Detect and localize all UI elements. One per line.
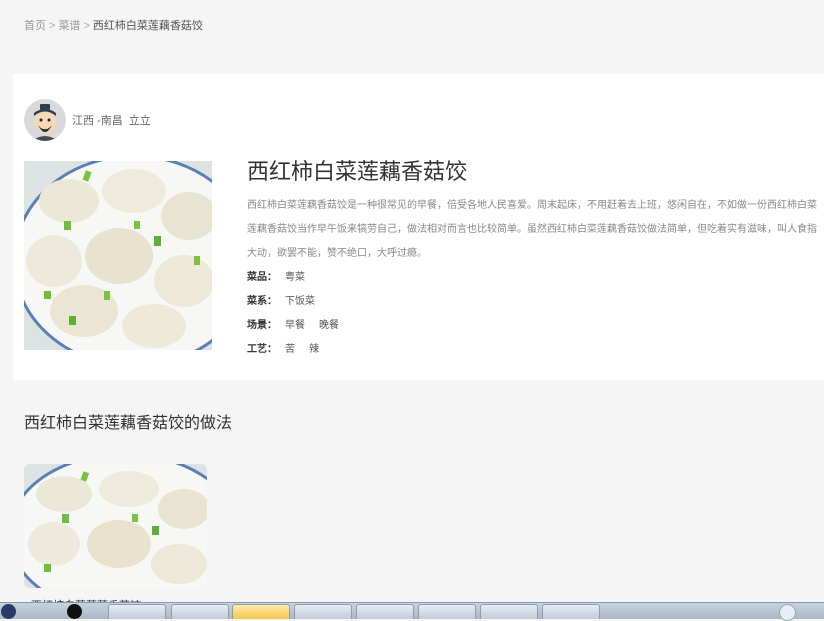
taskbar-folder-icon[interactable] — [171, 604, 229, 619]
recipe-attribute-row: 菜系： 下饭菜 — [247, 290, 822, 314]
taskbar-firefox-icon[interactable] — [356, 604, 414, 619]
os-taskbar — [0, 602, 824, 621]
attribute-label: 菜品： — [247, 272, 277, 283]
recipe-attribute-row: 菜品： 粤菜 — [247, 266, 822, 290]
recipe-attributes: 菜品： 粤菜菜系： 下饭菜场景： 早餐 晚餐工艺： 苦 辣 — [247, 266, 822, 362]
avatar-face-icon — [24, 99, 66, 141]
taskbar-app-icon[interactable] — [108, 604, 166, 619]
dumplings-step-image — [24, 464, 207, 588]
taskbar-messenger-icon[interactable] — [480, 604, 538, 619]
recipe-info: 西红柿白菜莲藕香菇饺 西红柿白菜莲藕香菇饺是一种很常见的早餐，倍受各地人民喜爱。… — [247, 158, 822, 362]
attribute-value-link[interactable]: 晚餐 — [319, 320, 339, 331]
attribute-value-link[interactable]: 粤菜 — [285, 272, 305, 283]
recipe-description: 西红柿白菜莲藕香菇饺是一种很常见的早餐，倍受各地人民喜爱。周末起床，不用赶着去上… — [247, 200, 817, 259]
attribute-value-link[interactable]: 下饭菜 — [285, 296, 315, 307]
dish-photo — [24, 161, 212, 350]
attribute-value-link[interactable]: 苦 — [285, 344, 295, 355]
attribute-label: 场景： — [247, 320, 277, 331]
taskbar-media-icon[interactable] — [232, 604, 290, 619]
author-name-link[interactable]: 立立 — [129, 115, 151, 127]
author-meta: 江西 -南昌 立立 — [72, 112, 151, 128]
attribute-value-link[interactable]: 早餐 — [285, 320, 305, 331]
breadcrumb-separator: > — [49, 20, 56, 32]
dumplings-image — [24, 161, 212, 350]
avatar[interactable] — [24, 99, 66, 141]
breadcrumb-home-link[interactable]: 首页 — [24, 20, 46, 32]
recipe-attribute-row: 场景： 早餐 晚餐 — [247, 314, 822, 338]
breadcrumb-category-link[interactable]: 菜谱 — [58, 20, 80, 32]
qq-penguin-icon[interactable] — [67, 604, 82, 619]
recipe-title: 西红柿白菜莲藕香菇饺 — [247, 159, 468, 184]
recipe-card: 江西 -南昌 立立 西红柿白菜莲藕香菇饺 西红柿白菜莲藕香菇饺是一种很常见的早餐，… — [13, 74, 824, 380]
attribute-label: 菜系： — [247, 296, 277, 307]
attribute-value-link[interactable]: 辣 — [309, 344, 319, 355]
taskbar-files-icon[interactable] — [542, 604, 600, 619]
breadcrumb-separator: > — [83, 20, 90, 32]
taskbar-help-icon[interactable] — [294, 604, 352, 619]
ie-icon[interactable] — [1, 604, 16, 619]
recipe-attribute-row: 工艺： 苦 辣 — [247, 338, 822, 362]
tray-network-icon[interactable] — [779, 604, 796, 621]
step-photo[interactable] — [24, 464, 207, 588]
attribute-label: 工艺： — [247, 344, 277, 355]
taskbar-chrome-icon[interactable] — [418, 604, 476, 619]
breadcrumb: 首页 > 菜谱 > 西红柿白菜莲藕香菇饺 — [24, 17, 203, 33]
author-location: 江西 -南昌 — [72, 115, 123, 127]
breadcrumb-current: 西红柿白菜莲藕香菇饺 — [92, 20, 203, 32]
method-title: 西红柿白菜莲藕香菇饺的做法 — [24, 415, 233, 432]
